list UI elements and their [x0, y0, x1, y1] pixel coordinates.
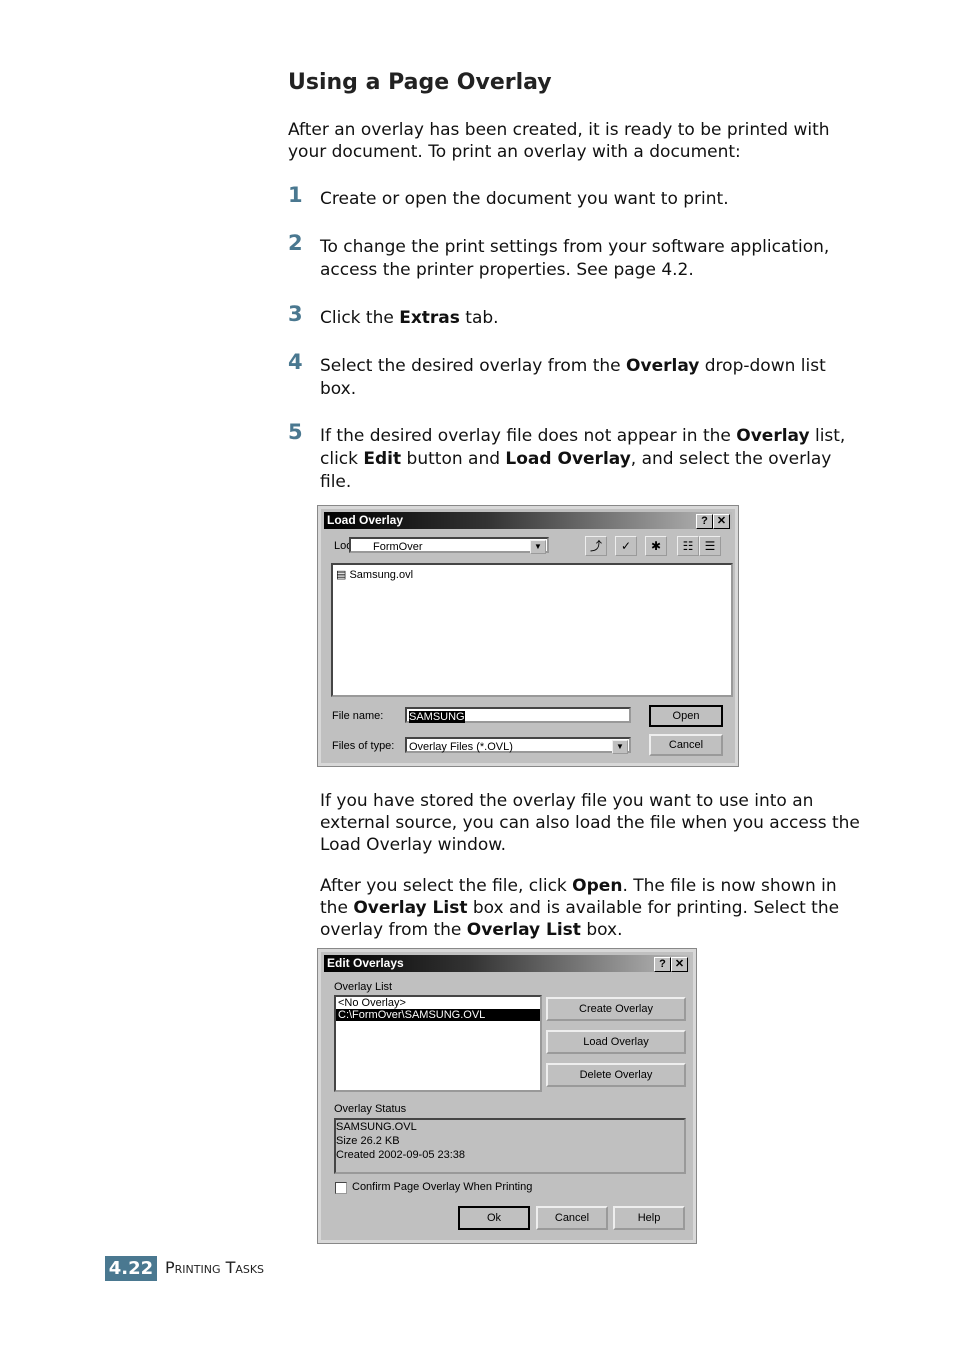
section-title: Using a Page Overlay [288, 70, 552, 95]
dialog-title: Edit Overlays [327, 956, 404, 970]
overlay-status-label: Overlay Status [334, 1103, 407, 1115]
manual-page: Using a Page Overlay After an overlay ha… [0, 0, 954, 1346]
status-line: Size 26.2 KB [336, 1135, 400, 1147]
close-icon[interactable]: ✕ [671, 957, 688, 972]
new-folder-icon[interactable]: ✱ [645, 536, 667, 556]
step-text: Create or open the document you want to … [320, 189, 729, 209]
help-button[interactable]: Help [613, 1206, 685, 1230]
step-text: Select the desired overlay from the Over… [320, 356, 826, 399]
cancel-button[interactable]: Cancel [649, 734, 723, 756]
list-view-icon[interactable]: ☷ [677, 536, 699, 556]
chevron-down-icon[interactable]: ▼ [612, 740, 628, 754]
file-name-input[interactable]: SAMSUNG [405, 707, 631, 723]
look-in-value: FormOver [373, 541, 423, 553]
close-icon[interactable]: ✕ [713, 514, 730, 529]
step-number: 3 [288, 302, 303, 326]
list-item-selected[interactable]: C:\FormOver\SAMSUNG.OVL [336, 1009, 540, 1021]
intro-paragraph: After an overlay has been created, it is… [288, 120, 830, 162]
files-type-select[interactable]: Overlay Files (*.OVL) ▼ [405, 737, 631, 754]
help-icon[interactable]: ? [696, 514, 713, 529]
dialog-titlebar: Edit Overlays ? ✕ [324, 955, 690, 972]
edit-overlays-dialog: Edit Overlays ? ✕ Overlay List <No Overl… [317, 948, 697, 1244]
paragraph-after-select: After you select the file, click Open. T… [320, 876, 840, 940]
status-line: SAMSUNG.OVL [336, 1121, 417, 1133]
delete-overlay-button[interactable]: Delete Overlay [546, 1063, 686, 1087]
chapter-name: Printing Tasks [165, 1258, 265, 1277]
file-item[interactable]: ▤ Samsung.ovl [336, 568, 413, 581]
list-item[interactable]: <No Overlay> [336, 997, 540, 1009]
open-button[interactable]: Open [649, 705, 723, 727]
page-number: 4.22 [105, 1256, 157, 1281]
overlay-status-box: SAMSUNG.OVL Size 26.2 KB Created 2002-09… [334, 1118, 686, 1174]
file-list[interactable]: ▤ Samsung.ovl [331, 563, 733, 697]
paragraph-external-source: If you have stored the overlay file you … [320, 791, 860, 855]
overlay-list-label: Overlay List [334, 981, 393, 993]
step-number: 2 [288, 231, 303, 255]
create-overlay-button[interactable]: Create Overlay [546, 997, 686, 1021]
load-overlay-dialog: Load Overlay ? ✕ Look in: FormOver▼ ⤴ ✓ … [317, 505, 739, 767]
file-name: Samsung.ovl [349, 569, 414, 581]
file-name-value: SAMSUNG [409, 711, 465, 723]
up-folder-icon[interactable]: ⤴ [585, 536, 607, 556]
status-line: Created 2002-09-05 23:38 [336, 1149, 466, 1161]
help-icon[interactable]: ? [654, 957, 671, 972]
step-text: If the desired overlay file does not app… [320, 426, 846, 492]
look-in-select[interactable]: FormOver ▼ [349, 537, 549, 554]
step-text: To change the print settings from your s… [320, 237, 830, 280]
step-number: 5 [288, 420, 303, 444]
ok-button[interactable]: Ok [458, 1206, 530, 1230]
chevron-down-icon[interactable]: ▼ [530, 540, 546, 554]
step-text: Click the Extras tab. [320, 308, 499, 328]
load-overlay-button[interactable]: Load Overlay [546, 1030, 686, 1054]
dialog-titlebar: Load Overlay ? ✕ [324, 512, 732, 529]
overlay-list[interactable]: <No Overlay> C:\FormOver\SAMSUNG.OVL [334, 995, 542, 1092]
step-number: 4 [288, 350, 303, 374]
step-number: 1 [288, 183, 303, 207]
files-type-label: Files of type: [332, 740, 395, 752]
file-name-label: File name: [332, 710, 384, 722]
details-view-icon[interactable]: ☰ [699, 536, 721, 556]
desktop-icon[interactable]: ✓ [615, 536, 637, 556]
files-type-value: Overlay Files (*.OVL) [409, 741, 513, 753]
cancel-button[interactable]: Cancel [536, 1206, 608, 1230]
confirm-checkbox[interactable] [335, 1182, 347, 1194]
dialog-title: Load Overlay [327, 513, 404, 527]
confirm-label: Confirm Page Overlay When Printing [352, 1181, 533, 1193]
